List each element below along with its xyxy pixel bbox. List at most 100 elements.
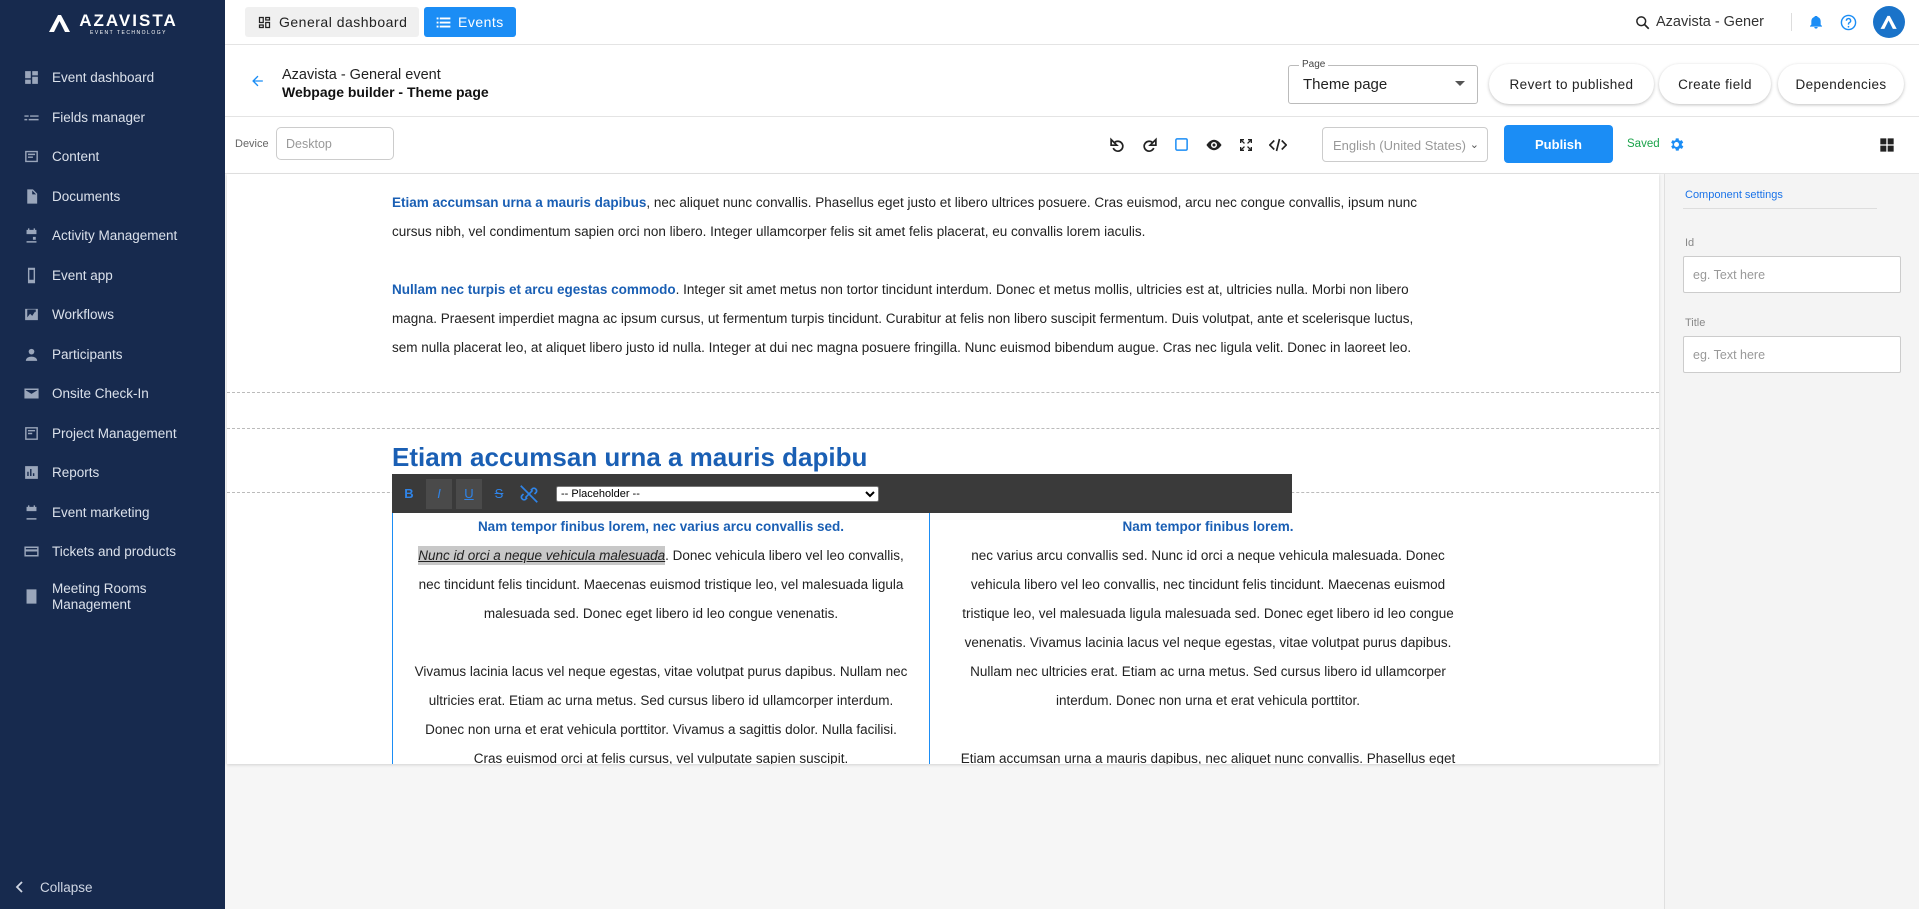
collapse-button[interactable]: Collapse bbox=[14, 875, 93, 899]
blocks-grid-icon[interactable] bbox=[1879, 137, 1895, 153]
create-field-button[interactable]: Create field bbox=[1659, 64, 1771, 104]
mail-icon bbox=[22, 385, 40, 403]
sidebar-item-participants[interactable]: Participants bbox=[0, 335, 225, 375]
general-dashboard-tab[interactable]: General dashboard bbox=[245, 7, 420, 37]
section-heading[interactable]: Etiam accumsan urna a mauris dapibu bbox=[392, 442, 867, 473]
project-icon bbox=[22, 424, 40, 442]
right-column-line: interdum. Donec non urna et erat vehicul… bbox=[1056, 693, 1360, 708]
editor-canvas[interactable]: Etiam accumsan urna a mauris dapibus, ne… bbox=[227, 174, 1659, 764]
left-column-line: nec tincidunt felis tincidunt. Maecenas … bbox=[418, 577, 904, 592]
chevron-left-icon bbox=[15, 881, 23, 893]
rich-text-toolbar: B I U S -- Placeholder -- bbox=[392, 474, 1292, 513]
dashboard-icon bbox=[258, 16, 271, 28]
room-icon bbox=[22, 588, 40, 606]
sidebar-item-label: Project Management bbox=[52, 425, 177, 441]
left-column[interactable]: Nam tempor finibus lorem, nec varius arc… bbox=[392, 512, 930, 764]
card-icon bbox=[22, 543, 40, 561]
left-column-line: malesuada sed. Donec eget libero id leo … bbox=[483, 606, 839, 621]
sidebar: AZAVISTA EVENT TECHNOLOGY Event dashboar… bbox=[0, 0, 225, 909]
redo-icon[interactable] bbox=[1140, 135, 1159, 154]
paragraph-1-line-2: cursus nibh, vel condimentum sapien orci… bbox=[392, 224, 1146, 239]
sidebar-item-label: Event app bbox=[52, 267, 113, 283]
gear-icon[interactable] bbox=[1668, 136, 1685, 153]
right-column[interactable]: Nam tempor finibus lorem. nec varius arc… bbox=[933, 512, 1483, 764]
paragraph-2-line-2: magna. Praesent imperdiet magna ac ipsum… bbox=[392, 311, 1414, 326]
undo-icon[interactable] bbox=[1108, 135, 1127, 154]
saved-status: Saved bbox=[1627, 138, 1660, 150]
paragraph-1-bold: Etiam accumsan urna a mauris dapibus bbox=[392, 195, 647, 210]
page-title: Webpage builder - Theme page bbox=[282, 84, 489, 100]
revert-to-published-button[interactable]: Revert to published bbox=[1489, 64, 1654, 104]
calendar-icon bbox=[22, 503, 40, 521]
code-view-icon[interactable] bbox=[1268, 135, 1287, 154]
sidebar-item-onsite-check-in[interactable]: Onsite Check-In bbox=[0, 374, 225, 414]
publish-button[interactable]: Publish bbox=[1504, 125, 1613, 163]
placeholder-select[interactable]: -- Placeholder -- bbox=[556, 485, 879, 502]
sidebar-item-workflows[interactable]: Workflows bbox=[0, 295, 225, 335]
strikethrough-button[interactable]: S bbox=[486, 479, 512, 509]
chart-icon bbox=[22, 464, 40, 482]
italic-button[interactable]: I bbox=[426, 478, 452, 509]
dashboard-icon bbox=[22, 69, 40, 87]
dependencies-button[interactable]: Dependencies bbox=[1778, 64, 1904, 104]
left-column-line: Vivamus lacinia lacus vel neque egestas,… bbox=[414, 664, 908, 679]
fullscreen-icon[interactable] bbox=[1236, 135, 1255, 154]
sidebar-item-meeting-rooms-management[interactable]: Meeting Rooms Management bbox=[0, 572, 225, 622]
divider bbox=[1683, 208, 1877, 209]
bold-button[interactable]: B bbox=[396, 479, 422, 509]
device-select[interactable]: Desktop bbox=[276, 127, 394, 160]
caret-down-icon bbox=[1455, 81, 1465, 86]
title-label: Title bbox=[1685, 317, 1706, 329]
page-select-legend: Page bbox=[1299, 59, 1329, 70]
paragraph-1[interactable]: Etiam accumsan urna a mauris dapibus, ne… bbox=[392, 188, 1502, 246]
paragraph-2[interactable]: Nullam nec turpis et arcu egestas commod… bbox=[392, 275, 1502, 362]
person-icon bbox=[22, 345, 40, 363]
sidebar-item-project-management[interactable]: Project Management bbox=[0, 414, 225, 454]
sidebar-nav: Event dashboard Fields manager Content D… bbox=[0, 58, 225, 622]
underline-button[interactable]: U bbox=[456, 478, 482, 509]
sidebar-item-label: Event dashboard bbox=[52, 70, 155, 86]
events-tab[interactable]: Events bbox=[424, 7, 516, 37]
sidebar-item-label: Documents bbox=[52, 188, 121, 204]
sidebar-item-documents[interactable]: Documents bbox=[0, 177, 225, 217]
sidebar-item-tickets-and-products[interactable]: Tickets and products bbox=[0, 532, 225, 572]
sidebar-item-label: Workflows bbox=[52, 307, 115, 323]
id-label: Id bbox=[1685, 237, 1695, 249]
link-button[interactable] bbox=[516, 479, 542, 509]
component-settings-title[interactable]: Component settings bbox=[1685, 189, 1783, 201]
brand-logo[interactable]: AZAVISTA EVENT TECHNOLOGY bbox=[0, 0, 225, 46]
editor-tools bbox=[1108, 135, 1287, 154]
title-placeholder: eg. Text here bbox=[1693, 348, 1766, 362]
sidebar-item-label: Fields manager bbox=[52, 109, 146, 125]
preview-eye-icon[interactable] bbox=[1204, 135, 1223, 154]
event-search[interactable]: Azavista - Gener bbox=[1635, 14, 1775, 30]
sidebar-item-reports[interactable]: Reports bbox=[0, 453, 225, 493]
brand-tagline: EVENT TECHNOLOGY bbox=[90, 29, 167, 36]
sidebar-item-fields-manager[interactable]: Fields manager bbox=[0, 98, 225, 138]
sidebar-item-activity-management[interactable]: Activity Management bbox=[0, 216, 225, 256]
sidebar-item-event-app[interactable]: Event app bbox=[0, 256, 225, 296]
list-icon bbox=[436, 17, 451, 27]
id-field[interactable]: eg. Text here bbox=[1683, 256, 1901, 293]
sidebar-item-event-dashboard[interactable]: Event dashboard bbox=[0, 58, 225, 98]
events-label: Events bbox=[458, 14, 504, 30]
section-divider bbox=[227, 392, 1659, 393]
page-select[interactable]: Page Theme page bbox=[1288, 59, 1478, 104]
selected-text[interactable]: Nunc id orci a neque vehicula malesuada bbox=[418, 546, 666, 565]
outline-toggle-icon[interactable] bbox=[1172, 135, 1191, 154]
right-column-line: vehicula libero vel leo convallis, nec t… bbox=[970, 577, 1446, 592]
back-arrow-icon[interactable] bbox=[249, 73, 266, 89]
sidebar-item-event-marketing[interactable]: Event marketing bbox=[0, 493, 225, 533]
title-field[interactable]: eg. Text here bbox=[1683, 336, 1901, 373]
content-icon bbox=[22, 148, 40, 166]
sidebar-item-content[interactable]: Content bbox=[0, 137, 225, 177]
language-select[interactable]: English (United States) ⌄ bbox=[1322, 127, 1488, 162]
bell-icon[interactable] bbox=[1808, 14, 1824, 30]
search-text: Azavista - Gener bbox=[1656, 14, 1764, 30]
help-icon[interactable] bbox=[1840, 14, 1857, 31]
right-column-line: venenatis. Vivamus lacinia lacus vel neq… bbox=[964, 635, 1452, 650]
avatar[interactable] bbox=[1873, 6, 1905, 38]
builder-toolbar: Device Desktop English (United States) ⌄… bbox=[225, 117, 1919, 174]
right-column-line: nec varius arcu convallis sed. Nunc id o… bbox=[971, 548, 1445, 563]
